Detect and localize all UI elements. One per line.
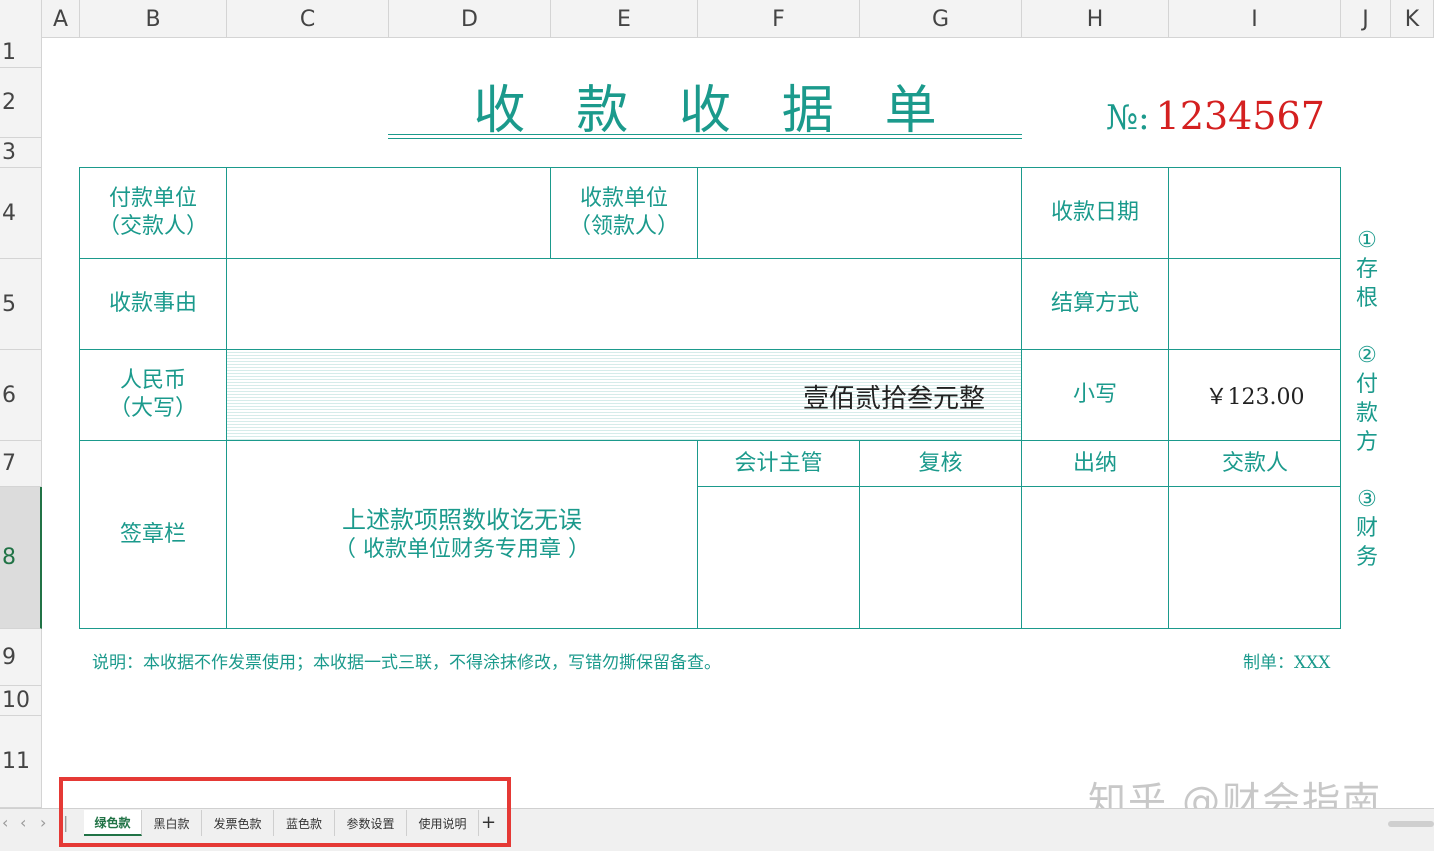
cashier-label: 出纳 bbox=[1072, 450, 1117, 476]
column-header-f[interactable]: F bbox=[698, 0, 860, 38]
column-header-b[interactable]: B bbox=[80, 0, 227, 38]
date-label: 收款日期 bbox=[1050, 200, 1139, 225]
column-header-e[interactable]: E bbox=[551, 0, 698, 38]
column-header-j[interactable]: J bbox=[1341, 0, 1391, 38]
receipt-footnote: 说明：本收据不作发票使用；本收据一式三联，不得涂抹修改，写错勿撕保留备查。 bbox=[92, 653, 721, 673]
payee-label: 收款单位 （领款人） bbox=[551, 168, 697, 258]
payer-person-label: 交款人 bbox=[1221, 450, 1288, 476]
side-note-stub: ① 存 根 bbox=[1354, 226, 1380, 313]
row-header-9[interactable]: 9 bbox=[0, 629, 42, 686]
column-header-d[interactable]: D bbox=[389, 0, 551, 38]
horizontal-scrollbar[interactable] bbox=[1388, 821, 1434, 827]
side-note-char: 方 bbox=[1355, 430, 1378, 455]
confirmation-line1: 上述款项照数收讫无误 bbox=[342, 506, 582, 534]
title-underline bbox=[388, 134, 1022, 135]
side-note-finance: ③ 财 务 bbox=[1354, 485, 1380, 572]
row-header-4[interactable]: 4 bbox=[0, 168, 42, 259]
sheet-tab-invoice-color[interactable]: 发票色款 bbox=[202, 810, 274, 836]
settlement-label: 结算方式 bbox=[1050, 291, 1139, 316]
settlement-value-cell[interactable] bbox=[1169, 259, 1341, 349]
side-note-number: ② bbox=[1357, 343, 1377, 368]
sheet-tab-green[interactable]: 绿色款 bbox=[84, 810, 142, 836]
cashier-signature-cell[interactable] bbox=[1022, 487, 1168, 629]
payer-label: 付款单位 （交款人） bbox=[80, 168, 226, 258]
payer-person-signature-cell[interactable] bbox=[1169, 487, 1341, 629]
row-header-7[interactable]: 7 bbox=[0, 441, 42, 487]
row-header-11[interactable]: 11 bbox=[0, 716, 42, 808]
first-sheet-icon[interactable]: ‹ bbox=[2, 813, 8, 832]
last-sheet-icon[interactable]: | bbox=[63, 813, 68, 832]
side-note-char: 存 bbox=[1355, 257, 1378, 282]
select-all-corner[interactable] bbox=[0, 0, 42, 38]
side-note-char: 财 bbox=[1355, 516, 1378, 541]
title-char: 收 bbox=[678, 80, 731, 141]
column-header-a[interactable]: A bbox=[42, 0, 80, 38]
row-header-5[interactable]: 5 bbox=[0, 259, 42, 350]
side-note-payer: ② 付 款 方 bbox=[1354, 341, 1380, 457]
next-sheet-icon[interactable]: › bbox=[40, 813, 46, 832]
title-char: 收 bbox=[473, 80, 526, 141]
reason-label: 收款事由 bbox=[108, 291, 197, 316]
row-header-8[interactable]: 8 bbox=[0, 487, 42, 629]
review-signature-cell[interactable] bbox=[860, 487, 1021, 629]
lowercase-label: 小写 bbox=[1072, 382, 1117, 407]
payee-value-cell[interactable] bbox=[698, 168, 1021, 258]
title-char: 据 bbox=[781, 80, 834, 141]
prev-sheet-icon[interactable]: ‹ bbox=[20, 813, 26, 832]
amount-words: 壹佰贰拾叁元整 bbox=[802, 384, 985, 414]
sheet-tab-bar: ‹ ‹ › | 绿色款 黑白款 发票色款 蓝色款 参数设置 使用说明 + bbox=[0, 808, 1434, 838]
serial-number: №: 1234567 bbox=[1106, 94, 1325, 138]
side-note-number: ③ bbox=[1357, 487, 1377, 512]
row-header-10[interactable]: 10 bbox=[0, 686, 42, 716]
reason-value-cell[interactable] bbox=[227, 259, 1021, 349]
row-header-3[interactable]: 3 bbox=[0, 138, 42, 168]
add-sheet-button[interactable]: + bbox=[481, 812, 496, 833]
column-header-k[interactable]: K bbox=[1391, 0, 1434, 38]
row-header-2[interactable]: 2 bbox=[0, 68, 42, 138]
sheet-tab-blue[interactable]: 蓝色款 bbox=[274, 810, 335, 836]
column-header-c[interactable]: C bbox=[227, 0, 389, 38]
payee-label-line2: （领款人） bbox=[568, 214, 679, 239]
review-label: 复核 bbox=[918, 450, 963, 476]
amount-words-cell[interactable]: 壹佰贰拾叁元整 bbox=[227, 350, 1021, 440]
status-bar bbox=[0, 838, 1434, 851]
serial-value: 1234567 bbox=[1155, 94, 1325, 138]
rmb-label: 人民币 （大写） bbox=[80, 350, 226, 440]
payee-label-line1: 收款单位 bbox=[579, 186, 668, 211]
seal-label: 签章栏 bbox=[119, 522, 186, 547]
payer-value-cell[interactable] bbox=[227, 168, 550, 258]
receipt-title: 收 款 收 据 单 bbox=[388, 70, 1022, 141]
amount-number[interactable]: ￥123.00 bbox=[1169, 350, 1341, 440]
side-note-char: 款 bbox=[1355, 401, 1378, 426]
title-underline bbox=[388, 138, 1022, 139]
payer-label-line1: 付款单位 bbox=[108, 186, 197, 211]
side-note-char: 付 bbox=[1355, 372, 1378, 397]
payer-label-line2: （交款人） bbox=[97, 214, 208, 239]
column-header-g[interactable]: G bbox=[860, 0, 1022, 38]
confirmation-line2: （ 收款单位财务专用章 ） bbox=[334, 537, 590, 562]
rmb-label-line2: （大写） bbox=[108, 396, 197, 421]
side-note-char: 根 bbox=[1355, 286, 1378, 311]
sheet-tab-parameters[interactable]: 参数设置 bbox=[335, 810, 407, 836]
row-header-6[interactable]: 6 bbox=[0, 350, 42, 441]
accounting-supervisor-label: 会计主管 bbox=[734, 450, 823, 476]
rmb-label-line1: 人民币 bbox=[119, 368, 186, 393]
maker-label: 制单：XXX bbox=[1243, 653, 1331, 673]
title-char: 单 bbox=[884, 80, 937, 141]
side-note-number: ① bbox=[1357, 228, 1377, 253]
title-char: 款 bbox=[576, 80, 629, 141]
serial-prefix: №: bbox=[1106, 98, 1150, 138]
column-header-bar: A B C D E F G H I J K bbox=[0, 0, 1434, 38]
confirmation-text: 上述款项照数收讫无误 （ 收款单位财务专用章 ） bbox=[227, 441, 697, 629]
column-header-i[interactable]: I bbox=[1169, 0, 1341, 38]
accounting-supervisor-signature-cell[interactable] bbox=[698, 487, 859, 629]
column-header-h[interactable]: H bbox=[1022, 0, 1169, 38]
date-value-cell[interactable] bbox=[1169, 168, 1341, 258]
side-note-char: 务 bbox=[1355, 545, 1378, 570]
sheet-tab-black-white[interactable]: 黑白款 bbox=[142, 810, 202, 836]
sheet-tab-instructions[interactable]: 使用说明 bbox=[407, 810, 479, 836]
row-header-1[interactable]: 1 bbox=[0, 38, 42, 68]
